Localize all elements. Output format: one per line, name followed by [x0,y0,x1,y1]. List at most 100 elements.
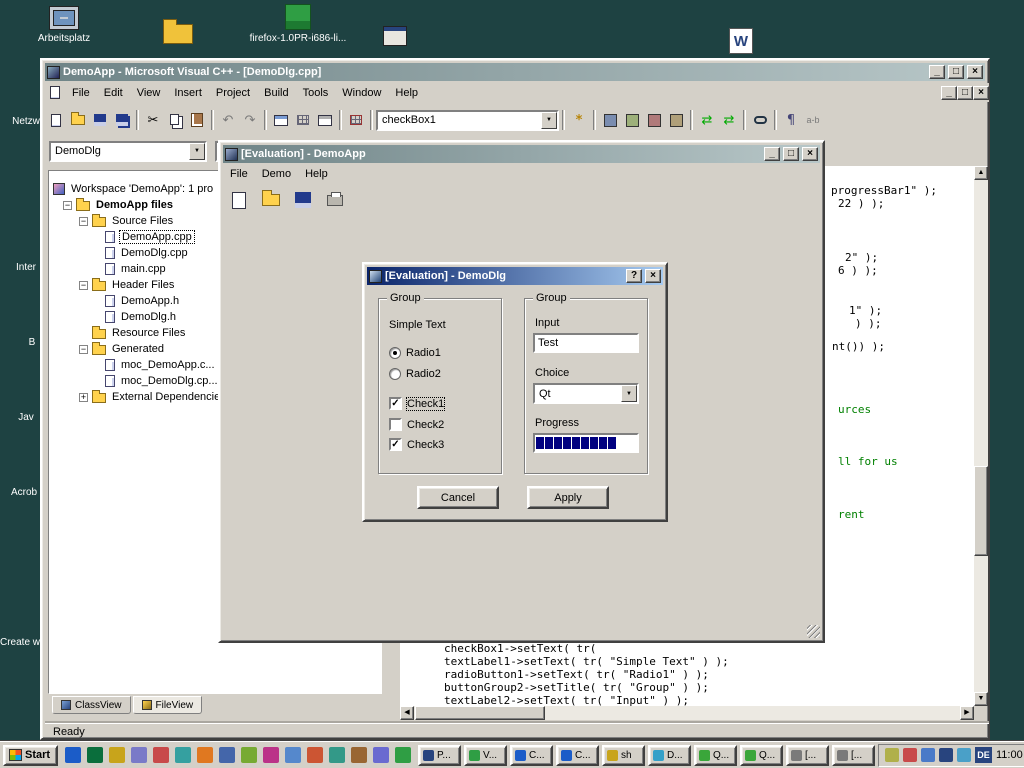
radio-off-icon[interactable] [389,368,401,380]
new-dialog-icon[interactable] [270,109,292,131]
help-button[interactable]: ? [626,269,642,283]
task-button-3[interactable]: C... [510,745,553,766]
checkbox-checked-icon[interactable]: ✓ [389,438,402,451]
scrollbar-thumb[interactable] [974,466,988,556]
run-icon[interactable] [665,109,687,131]
quicklaunch-icon[interactable] [395,747,411,763]
quicklaunch-icon[interactable] [285,747,301,763]
task-button-7[interactable]: Q... [694,745,737,766]
menu-insert[interactable]: Insert [167,85,209,101]
redo-icon[interactable]: ↷ [239,109,261,131]
mdi-minimize-button[interactable]: _ [941,86,957,100]
choice-combo[interactable]: Qt ▼ [533,383,639,404]
task-button-2[interactable]: V... [464,745,507,766]
cut-icon[interactable]: ✂ [142,109,164,131]
checkbox-checked-icon[interactable]: ✓ [389,397,402,410]
tray-icon[interactable] [957,748,971,762]
checkbox-check2[interactable]: Check2 [389,418,444,431]
quicklaunch-icon[interactable] [197,747,213,763]
quicklaunch-icon[interactable] [87,747,103,763]
quicklaunch-icon[interactable] [109,747,125,763]
start-button[interactable]: Start [3,745,58,766]
tray-icon[interactable] [903,748,917,762]
save-all-icon[interactable] [111,109,133,131]
tab-fileview[interactable]: FileView [133,696,203,714]
mdi-close-button[interactable]: × [973,86,989,100]
scroll-left-icon[interactable]: ◀ [400,706,414,720]
apply-button[interactable]: Apply [527,486,609,509]
quicklaunch-icon[interactable] [219,747,235,763]
input-field[interactable] [533,333,639,353]
wizard-icon[interactable]: * [568,109,590,131]
menu-demo[interactable]: Demo [255,166,298,182]
tree-expand-icon[interactable]: + [79,393,88,402]
desktop-icon-word[interactable]: W [726,28,756,54]
object-combo[interactable]: checkBox1 ▼ [376,110,559,131]
task-button-8[interactable]: Q... [740,745,783,766]
menu-view[interactable]: View [130,85,168,101]
quicklaunch-icon[interactable] [175,747,191,763]
quicklaunch-icon[interactable] [241,747,257,763]
menu-help[interactable]: Help [298,166,335,182]
keyboard-layout-indicator[interactable]: DE [975,747,992,763]
copy-icon[interactable] [164,109,186,131]
cancel-button[interactable]: Cancel [417,486,499,509]
checkbox-unchecked-icon[interactable] [389,418,402,431]
menu-help[interactable]: Help [388,85,425,101]
quicklaunch-icon[interactable] [263,747,279,763]
task-button-6[interactable]: D... [648,745,691,766]
desktop-icon-window[interactable] [380,26,410,46]
quicklaunch-icon[interactable] [307,747,323,763]
layout-grid-icon[interactable] [314,109,336,131]
task-button-5[interactable]: sh [602,745,645,766]
menu-file[interactable]: File [223,166,255,182]
tray-icon[interactable] [885,748,899,762]
sync-forward-icon[interactable]: ⇄ [718,109,740,131]
tree-collapse-icon[interactable]: − [79,345,88,354]
maximize-button[interactable]: □ [948,65,964,79]
close-button[interactable]: × [967,65,983,79]
task-button-9[interactable]: [... [786,745,829,766]
menu-build[interactable]: Build [257,85,295,101]
open-file-icon[interactable] [67,109,89,131]
desktop-icon-firefox[interactable]: firefox-1.0PR-i686-li... [238,4,358,44]
task-button-4[interactable]: C... [556,745,599,766]
scrollbar-thumb[interactable] [415,706,545,720]
paste-icon[interactable] [186,109,208,131]
compile-icon[interactable] [599,109,621,131]
paragraph-icon[interactable]: ¶ [780,109,802,131]
task-button-1[interactable]: P... [418,745,461,766]
mdi-restore-button[interactable]: □ [957,86,973,100]
save-icon[interactable] [89,109,111,131]
demoapp-titlebar[interactable]: [Evaluation] - DemoApp _ □ × [223,145,820,163]
chevron-down-icon[interactable]: ▼ [621,385,637,402]
desktop-icon-my-computer[interactable]: Arbeitsplatz [36,6,92,44]
minimize-button[interactable]: _ [764,147,780,161]
open-file-icon[interactable] [258,187,284,213]
new-file-icon[interactable] [226,187,252,213]
chevron-down-icon[interactable]: ▼ [189,143,205,160]
chevron-down-icon[interactable]: ▼ [541,112,557,129]
tree-collapse-icon[interactable]: − [79,217,88,226]
quicklaunch-icon[interactable] [153,747,169,763]
ab-spell-icon[interactable]: a-b [802,109,824,131]
quicklaunch-icon[interactable] [329,747,345,763]
close-button[interactable]: × [802,147,818,161]
build-icon[interactable] [621,109,643,131]
find-icon[interactable] [749,109,771,131]
quicklaunch-icon[interactable] [373,747,389,763]
tab-classview[interactable]: ClassView [52,696,131,714]
menu-project[interactable]: Project [209,85,257,101]
checkbox-check1[interactable]: ✓ Check1 [389,397,444,410]
menu-tools[interactable]: Tools [296,85,336,101]
quicklaunch-icon[interactable] [351,747,367,763]
vcpp-titlebar[interactable]: DemoApp - Microsoft Visual C++ - [DemoDl… [45,63,985,81]
quicklaunch-icon[interactable] [65,747,81,763]
close-button[interactable]: × [645,269,661,283]
sync-back-icon[interactable]: ⇄ [696,109,718,131]
tab-order-icon[interactable] [345,109,367,131]
resize-grip[interactable] [807,625,820,638]
tree-collapse-icon[interactable]: − [79,281,88,290]
wizardbar-class-combo[interactable]: DemoDlg ▼ [49,141,207,162]
radio-on-icon[interactable] [389,347,401,359]
